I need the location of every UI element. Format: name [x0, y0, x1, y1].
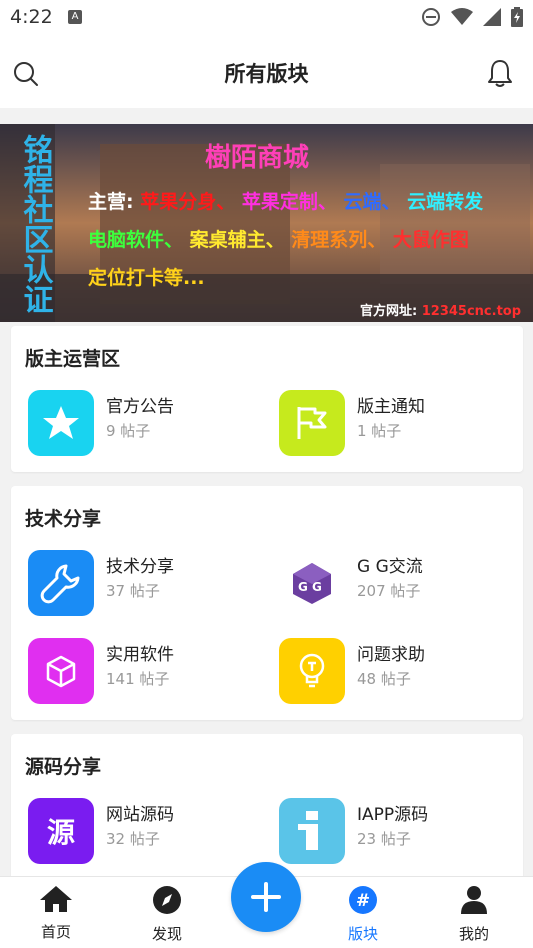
banner-line2-item: 案桌辅主、 [189, 228, 285, 251]
page-title: 所有版块 [224, 62, 309, 86]
create-post-button[interactable] [231, 862, 301, 932]
home-icon [40, 886, 72, 912]
tab-label: 版块 [347, 925, 378, 943]
board-item[interactable]: 实用软件 141 帖子 [28, 638, 268, 704]
plus-icon [251, 882, 281, 912]
svg-text:主营: 苹果分身、 苹果定制、: 主营: 苹果分身、 苹果定制、 云端、 云端转发 [88, 190, 484, 213]
compass-icon [153, 886, 181, 914]
do-not-disturb-icon [422, 8, 440, 26]
app-header: 所有版块 [0, 36, 533, 108]
board-item[interactable]: 源 网站源码 32 帖子 [28, 798, 268, 864]
gg-logo-icon: G G [279, 550, 345, 616]
banner-line1-item: 云端、 [344, 190, 401, 213]
wrench-icon [28, 550, 94, 616]
signal-icon [483, 8, 501, 26]
svg-text:G G: G G [298, 580, 322, 594]
tab-label: 发现 [151, 925, 182, 943]
promo-banner[interactable]: 铭程社区认证 樹陌商城 主营: 苹果分身、 苹果定制、 云端、 云端转发 电脑软… [0, 124, 533, 322]
banner-line3: 定位打卡等... [88, 266, 205, 289]
notification-a-icon: A [68, 10, 82, 24]
wifi-icon [451, 8, 473, 25]
banner-line1-prefix: 主营: [88, 190, 134, 213]
board-item[interactable]: 技术分享 37 帖子 [28, 550, 268, 616]
tab-home[interactable]: 首页 [16, 885, 96, 942]
board-post-count: 32 帖子 [106, 830, 160, 848]
board-post-count: 141 帖子 [106, 670, 170, 688]
board-name: 实用软件 [106, 645, 174, 665]
board-name: 版主通知 [357, 397, 425, 417]
banner-line2-item: 大鼠作图 [393, 228, 469, 251]
tab-boards[interactable]: # 版块 [323, 885, 403, 944]
source-char-glyph: 源 [46, 816, 75, 849]
board-post-count: 23 帖子 [357, 830, 411, 848]
banner-site-url: 12345cnc.top [422, 304, 521, 319]
banner-line2-item: 清理系列、 [291, 228, 386, 251]
banner-line2-item: 电脑软件、 [88, 228, 183, 251]
hash-icon: # [349, 886, 377, 914]
bell-icon[interactable] [487, 58, 513, 92]
battery-icon [511, 7, 523, 27]
board-name: 网站源码 [106, 805, 174, 825]
iapp-icon [279, 798, 345, 864]
svg-text:官方网址: 12345cnc.top: 官方网址: 12345cnc.top [360, 303, 521, 319]
board-post-count: 1 帖子 [357, 422, 402, 440]
board-post-count: 48 帖子 [357, 670, 411, 688]
board-name: 技术分享 [106, 557, 174, 577]
svg-text:#: # [356, 891, 370, 911]
svg-text:电脑软件、 案桌辅主、 清理系列、: 电脑软件、 案桌辅主、 清理系列、 大鼠作图 [88, 228, 469, 251]
board-post-count: 37 帖子 [106, 582, 160, 600]
board-post-count: 9 帖子 [106, 422, 151, 440]
flag-icon [279, 390, 345, 456]
banner-title: 樹陌商城 [205, 142, 309, 173]
banner-line1-item: 苹果定制、 [242, 190, 337, 213]
board-item[interactable]: 官方公告 9 帖子 [28, 390, 268, 456]
section-card: 技术分享 技术分享 37 帖子 G G G G交流 207 帖子 实用软件 14… [11, 486, 523, 720]
board-item[interactable]: 版主通知 1 帖子 [279, 390, 519, 456]
section-card: 版主运营区 官方公告 9 帖子 版主通知 1 帖子 [11, 326, 523, 472]
section-title: 技术分享 [25, 508, 102, 530]
board-name: 问题求助 [357, 645, 425, 665]
board-post-count: 207 帖子 [357, 582, 421, 600]
section-title: 版主运营区 [25, 348, 121, 370]
lightbulb-icon [279, 638, 345, 704]
source-char-icon: 源 [28, 798, 94, 864]
status-bar: 4:22 A [0, 0, 533, 36]
board-name: 官方公告 [106, 397, 174, 417]
section-title: 源码分享 [25, 756, 102, 778]
banner-line1-item: 苹果分身、 [140, 190, 235, 213]
person-icon [461, 886, 487, 914]
tab-discover[interactable]: 发现 [127, 885, 207, 944]
tab-mine[interactable]: 我的 [434, 885, 514, 944]
tab-label: 我的 [458, 925, 489, 943]
board-name: IAPP源码 [357, 805, 429, 825]
board-name: G G交流 [357, 557, 423, 577]
banner-vertical-text: 铭程社区认证 [18, 134, 54, 314]
board-item[interactable]: G G G G交流 207 帖子 [279, 550, 519, 616]
board-item[interactable]: 问题求助 48 帖子 [279, 638, 519, 704]
tab-label: 首页 [40, 923, 71, 941]
board-item[interactable]: IAPP源码 23 帖子 [279, 798, 519, 864]
star-icon [28, 390, 94, 456]
status-time: 4:22 [10, 6, 53, 28]
banner-site-label: 官方网址: [360, 303, 417, 319]
cube-icon [28, 638, 94, 704]
banner-line1-item: 云端转发 [407, 190, 484, 213]
